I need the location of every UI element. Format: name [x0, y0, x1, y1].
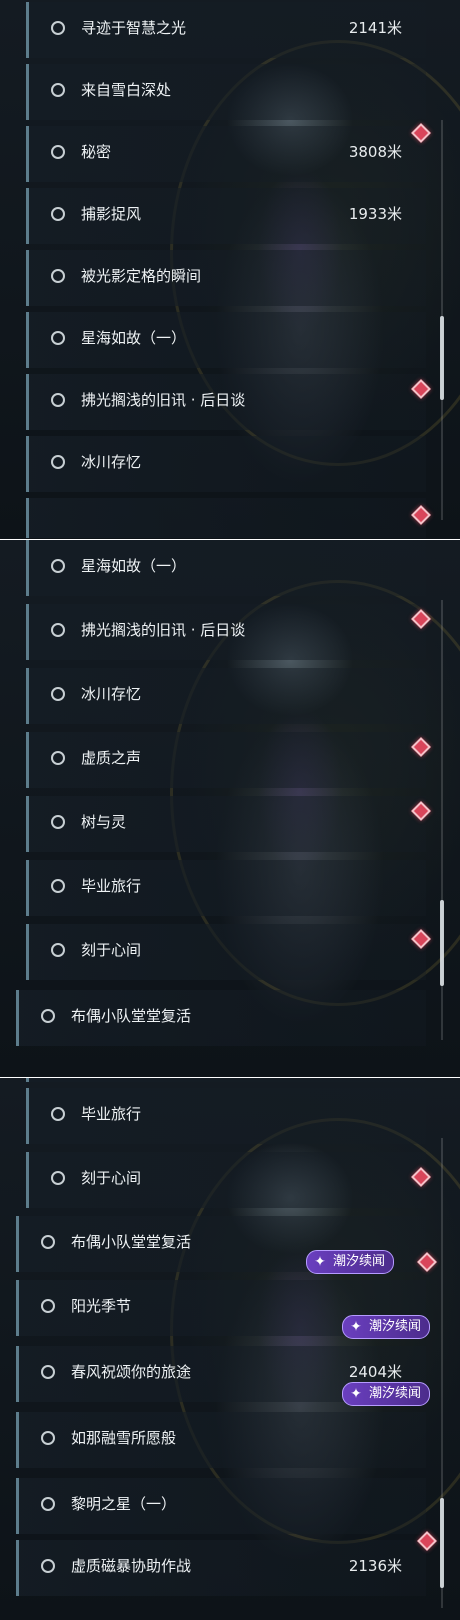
radio-icon[interactable]: [51, 559, 65, 573]
quest-name: 布偶小队堂堂复活: [71, 1007, 192, 1025]
quest-name: 阳光季节: [71, 1297, 132, 1315]
radio-icon[interactable]: [41, 1497, 55, 1511]
quest-row[interactable]: 虚质磁暴协助作战 2136米: [16, 1540, 426, 1596]
radio-icon[interactable]: [41, 1559, 55, 1573]
radio-icon[interactable]: [51, 751, 65, 765]
quest-row[interactable]: 被光影定格的瞬间: [26, 250, 426, 306]
radio-icon[interactable]: [41, 1235, 55, 1249]
quest-name: 拂光搁浅的旧讯 · 后日谈: [81, 621, 246, 639]
quest-list-panel-1: 寻迹于智慧之光 2141米 来自雪白深处 秘密 3808米 捕影捉风 1933米…: [0, 0, 460, 540]
quest-name: 春风祝颂你的旅途: [71, 1363, 192, 1381]
quest-row[interactable]: 树与灵: [26, 796, 426, 852]
radio-icon[interactable]: [51, 331, 65, 345]
tidal-sequel-tag: ✦ 潮汐续闻: [342, 1315, 431, 1339]
quest-name: 寻迹于智慧之光: [81, 19, 187, 37]
radio-icon[interactable]: [51, 21, 65, 35]
radio-icon[interactable]: [51, 83, 65, 97]
quest-name: 毕业旅行: [81, 877, 142, 895]
radio-icon[interactable]: [51, 623, 65, 637]
quest-row[interactable]: 拂光搁浅的旧讯 · 后日谈: [26, 604, 426, 660]
radio-icon[interactable]: [41, 1299, 55, 1313]
tag-label: 潮汐续闻: [333, 1254, 386, 1269]
quest-name: 布偶小队堂堂复活: [71, 1233, 192, 1251]
quest-distance: 2141米: [348, 19, 402, 37]
quest-row[interactable]: 刻于心间: [26, 1152, 426, 1208]
sparkle-icon: ✦: [350, 1319, 362, 1335]
radio-icon[interactable]: [51, 145, 65, 159]
quest-row[interactable]: 毕业旅行: [26, 860, 426, 916]
radio-icon[interactable]: [51, 207, 65, 221]
quest-row[interactable]: 寻迹于智慧之光 2141米: [26, 2, 426, 58]
quest-name: 捕影捉风: [81, 205, 142, 223]
radio-icon[interactable]: [51, 815, 65, 829]
quest-name: 冰川存忆: [81, 685, 142, 703]
radio-icon[interactable]: [41, 1431, 55, 1445]
scrollbar[interactable]: [440, 1138, 444, 1608]
quest-name: 拂光搁浅的旧讯 · 后日谈: [81, 391, 246, 409]
scrollbar-thumb[interactable]: [440, 316, 444, 400]
quest-row[interactable]: 星海如故（一）: [26, 540, 426, 596]
quest-name: 刻于心间: [81, 1169, 142, 1187]
scrollbar[interactable]: [440, 600, 444, 1040]
radio-icon[interactable]: [51, 393, 65, 407]
quest-name: 虚质之声: [81, 749, 142, 767]
quest-name: 如那融雪所愿般: [71, 1429, 177, 1447]
quest-name: 星海如故（一）: [81, 557, 187, 575]
tag-label: 潮汐续闻: [369, 1386, 422, 1401]
quest-row[interactable]: 刻于心间: [26, 924, 426, 980]
quest-row[interactable]: 捕影捉风 1933米: [26, 188, 426, 244]
quest-distance: 3808米: [348, 143, 402, 161]
tidal-sequel-tag: ✦ 潮汐续闻: [342, 1382, 431, 1406]
quest-row-partial[interactable]: [26, 498, 426, 538]
quest-row[interactable]: 如那融雪所愿般: [16, 1412, 426, 1468]
sparkle-icon: ✦: [350, 1386, 362, 1402]
quest-row[interactable]: 虚质之声: [26, 732, 426, 788]
quest-row[interactable]: 拂光搁浅的旧讯 · 后日谈: [26, 374, 426, 430]
quest-name: 毕业旅行: [81, 1105, 142, 1123]
quest-list-panel-3: 毕业旅行 刻于心间 布偶小队堂堂复活 阳光季节 春风祝颂你的旅途 2404米 如…: [0, 1078, 460, 1620]
quest-name: 星海如故（一）: [81, 329, 187, 347]
radio-icon[interactable]: [41, 1365, 55, 1379]
radio-icon[interactable]: [51, 687, 65, 701]
quest-name: 秘密: [81, 143, 112, 161]
tag-label: 潮汐续闻: [369, 1319, 422, 1334]
quest-distance: 1933米: [348, 205, 402, 223]
quest-name: 树与灵: [81, 813, 127, 831]
radio-icon[interactable]: [41, 1009, 55, 1023]
tidal-sequel-tag: ✦ 潮汐续闻: [306, 1250, 395, 1274]
quest-name: 黎明之星（一）: [71, 1495, 177, 1513]
radio-icon[interactable]: [51, 455, 65, 469]
quest-row[interactable]: 来自雪白深处: [26, 64, 426, 120]
radio-icon[interactable]: [51, 269, 65, 283]
scrollbar-thumb[interactable]: [440, 1498, 444, 1588]
sparkle-icon: ✦: [314, 1254, 326, 1270]
quest-row[interactable]: 冰川存忆: [26, 668, 426, 724]
quest-row[interactable]: 毕业旅行: [26, 1088, 426, 1144]
quest-row-partial[interactable]: [26, 1078, 426, 1082]
scrollbar-thumb[interactable]: [440, 900, 444, 986]
quest-name: 被光影定格的瞬间: [81, 267, 202, 285]
quest-name: 冰川存忆: [81, 453, 142, 471]
radio-icon[interactable]: [51, 879, 65, 893]
quest-name: 刻于心间: [81, 941, 142, 959]
quest-row[interactable]: 秘密 3808米: [26, 126, 426, 182]
radio-icon[interactable]: [51, 1171, 65, 1185]
quest-row[interactable]: 冰川存忆: [26, 436, 426, 492]
quest-name: 来自雪白深处: [81, 81, 172, 99]
radio-icon[interactable]: [51, 943, 65, 957]
quest-distance: 2404米: [348, 1363, 402, 1381]
quest-row[interactable]: 布偶小队堂堂复活: [16, 990, 426, 1046]
quest-row[interactable]: 星海如故（一）: [26, 312, 426, 368]
scrollbar[interactable]: [440, 120, 444, 520]
quest-row[interactable]: 黎明之星（一）: [16, 1478, 426, 1534]
quest-list-panel-2: 星海如故（一） 拂光搁浅的旧讯 · 后日谈 冰川存忆 虚质之声 树与灵 毕业旅行…: [0, 540, 460, 1078]
radio-icon[interactable]: [51, 1107, 65, 1121]
quest-distance: 2136米: [348, 1557, 402, 1575]
quest-name: 虚质磁暴协助作战: [71, 1557, 192, 1575]
